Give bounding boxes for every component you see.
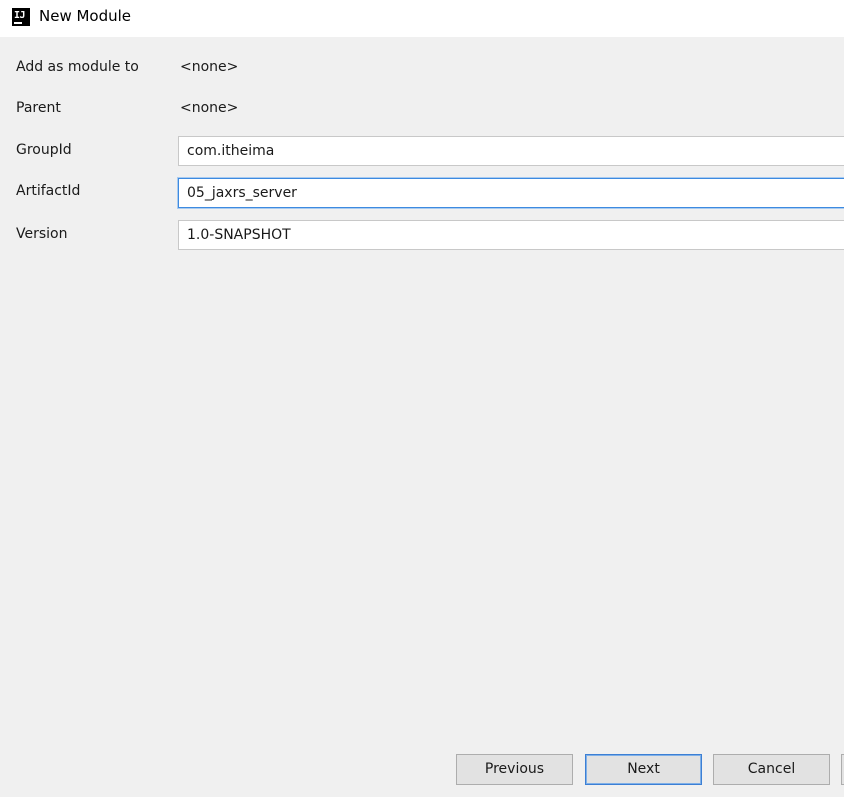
version-field[interactable] xyxy=(178,220,844,250)
artifact-id-field[interactable] xyxy=(178,178,844,208)
parent-label: Parent xyxy=(16,100,61,116)
previous-button[interactable]: Previous xyxy=(456,754,573,785)
artifact-id-label: ArtifactId xyxy=(16,183,81,199)
add-as-module-to-value[interactable]: <none> xyxy=(180,59,238,75)
window-title: New Module xyxy=(39,7,132,25)
add-as-module-to-label: Add as module to xyxy=(16,59,139,75)
new-module-dialog: IJ New Module Add as module to <none> Pa… xyxy=(0,0,844,797)
group-id-label: GroupId xyxy=(16,142,72,158)
group-id-field[interactable] xyxy=(178,136,844,166)
next-button[interactable]: Next xyxy=(585,754,702,785)
cancel-button[interactable]: Cancel xyxy=(713,754,830,785)
version-label: Version xyxy=(16,226,68,242)
title-bar: IJ New Module xyxy=(0,0,844,37)
intellij-idea-icon: IJ xyxy=(12,8,30,26)
parent-value[interactable]: <none> xyxy=(180,100,238,116)
